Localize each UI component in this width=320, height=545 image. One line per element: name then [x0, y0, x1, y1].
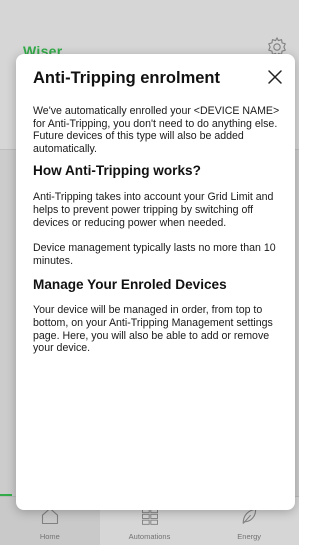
anti-tripping-dialog: Anti-Tripping enrolment We've automatica… — [16, 54, 295, 510]
duration-text: Device management typically lasts no mor… — [33, 242, 276, 267]
section-heading-manage-devices: Manage Your Enroled Devices — [33, 277, 227, 293]
section-heading-how-it-works: How Anti-Tripping works? — [33, 163, 201, 179]
intro-text: We've automatically enrolled your <DEVIC… — [33, 105, 280, 155]
how-it-works-text: Anti-Tripping takes into account your Gr… — [33, 191, 274, 229]
dialog-title: Anti-Tripping enrolment — [33, 69, 220, 87]
app-screen: Wiser Home Automations Energy Anti-Tripp… — [0, 0, 299, 545]
manage-devices-text: Your device will be managed in order, fr… — [33, 304, 273, 355]
close-icon[interactable] — [266, 68, 284, 86]
